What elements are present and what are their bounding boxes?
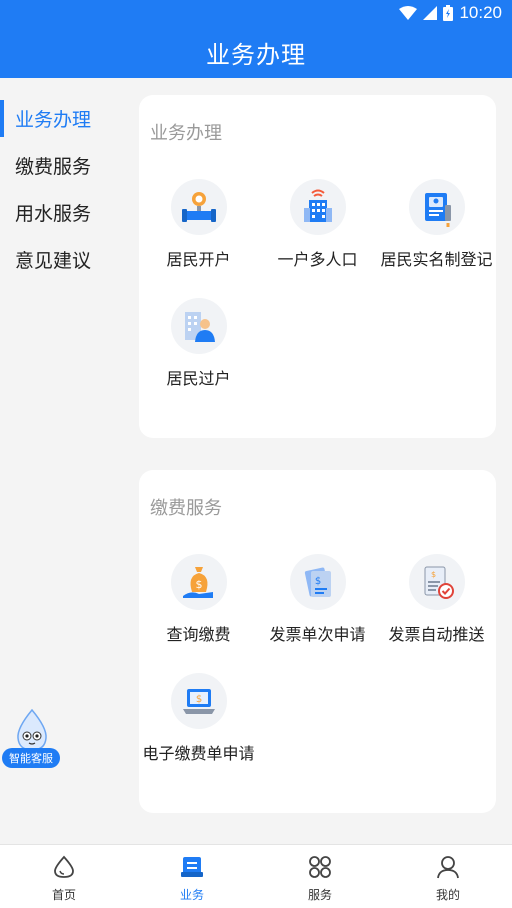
tab-label: 服务 <box>307 888 332 902</box>
building-icon <box>289 179 346 235</box>
assistant-label: 智能客服 <box>2 748 60 768</box>
tab-label: 我的 <box>435 888 460 902</box>
sidebar-item-feedback[interactable]: 意见建议 <box>0 236 128 283</box>
person-valve-icon <box>170 179 227 235</box>
tab-label: 首页 <box>51 888 76 902</box>
tile-label: 一户多人口 <box>277 252 358 269</box>
invoice-icon: $ <box>289 554 346 610</box>
tile-invoice-auto-push[interactable]: $ 发票自动推送 <box>377 554 496 645</box>
battery-icon <box>443 5 454 21</box>
tab-mine[interactable]: 我的 <box>384 845 512 908</box>
svg-text:$: $ <box>195 578 202 591</box>
payment-section-card: 缴费服务 $ 查询缴费 $ 发票单次申请 $ 发票自动推送 $ 电子缴费单申请 <box>139 470 496 813</box>
page-title: 业务办理 <box>206 41 306 69</box>
tile-label: 发票自动推送 <box>388 627 485 644</box>
status-time: 10:20 <box>459 3 502 22</box>
section-title: 缴费服务 <box>150 498 222 518</box>
grid-icon <box>308 855 332 884</box>
tile-invoice-single[interactable]: $ 发票单次申请 <box>258 554 377 645</box>
tile-label: 发票单次申请 <box>269 627 366 644</box>
tile-label: 居民开户 <box>166 252 231 269</box>
tile-real-name-registration[interactable]: 居民实名制登记 <box>377 179 496 270</box>
tab-home[interactable]: 首页 <box>0 845 128 908</box>
laptop-dollar-icon: $ <box>170 673 227 729</box>
tab-label: 业务 <box>179 888 204 902</box>
smart-assistant-button[interactable]: 智能客服 <box>2 708 62 770</box>
tab-business[interactable]: 业务 <box>128 845 256 908</box>
tile-e-payment-slip[interactable]: $ 电子缴费单申请 <box>139 673 258 764</box>
status-icons: 10:20 <box>399 3 502 23</box>
tile-label: 查询缴费 <box>166 627 231 644</box>
tile-query-payment[interactable]: $ 查询缴费 <box>139 554 258 645</box>
sidebar-item-label: 缴费服务 <box>15 157 92 178</box>
tile-label: 居民过户 <box>166 371 231 388</box>
signal-icon <box>423 6 438 20</box>
sidebar-item-label: 业务办理 <box>15 110 92 131</box>
invoice-check-icon: $ <box>408 554 465 610</box>
svg-text:$: $ <box>431 570 436 579</box>
money-bag-icon: $ <box>170 554 227 610</box>
sidebar-item-label: 用水服务 <box>15 204 92 225</box>
tile-transfer-ownership[interactable]: 居民过户 <box>139 298 258 389</box>
bottom-tab-bar: 首页 业务 服务 我的 <box>0 844 512 908</box>
status-bar: 10:20 <box>0 0 512 26</box>
svg-text:$: $ <box>314 576 320 587</box>
water-drop-icon <box>53 855 75 884</box>
sidebar-item-water[interactable]: 用水服务 <box>0 189 128 236</box>
sidebar-item-label: 意见建议 <box>15 251 92 272</box>
tile-label: 居民实名制登记 <box>380 252 493 269</box>
business-section-card: 业务办理 居民开户 一户多人口 居民实名制登记 居民过户 <box>139 95 496 438</box>
person-building-icon <box>170 298 227 354</box>
app-bar: 业务办理 <box>0 26 512 78</box>
sidebar-item-payment[interactable]: 缴费服务 <box>0 142 128 189</box>
tile-resident-account[interactable]: 居民开户 <box>139 179 258 270</box>
tile-label: 电子缴费单申请 <box>142 746 255 763</box>
user-icon <box>436 855 460 884</box>
wifi-icon <box>399 6 418 20</box>
water-drop-mascot-icon <box>17 708 47 751</box>
svg-text:$: $ <box>195 694 201 705</box>
clipboard-icon <box>180 855 204 884</box>
tile-multi-person[interactable]: 一户多人口 <box>258 179 377 270</box>
sidebar-item-business[interactable]: 业务办理 <box>0 95 128 142</box>
id-card-icon <box>408 179 465 235</box>
tab-services[interactable]: 服务 <box>256 845 384 908</box>
section-title: 业务办理 <box>150 123 222 143</box>
